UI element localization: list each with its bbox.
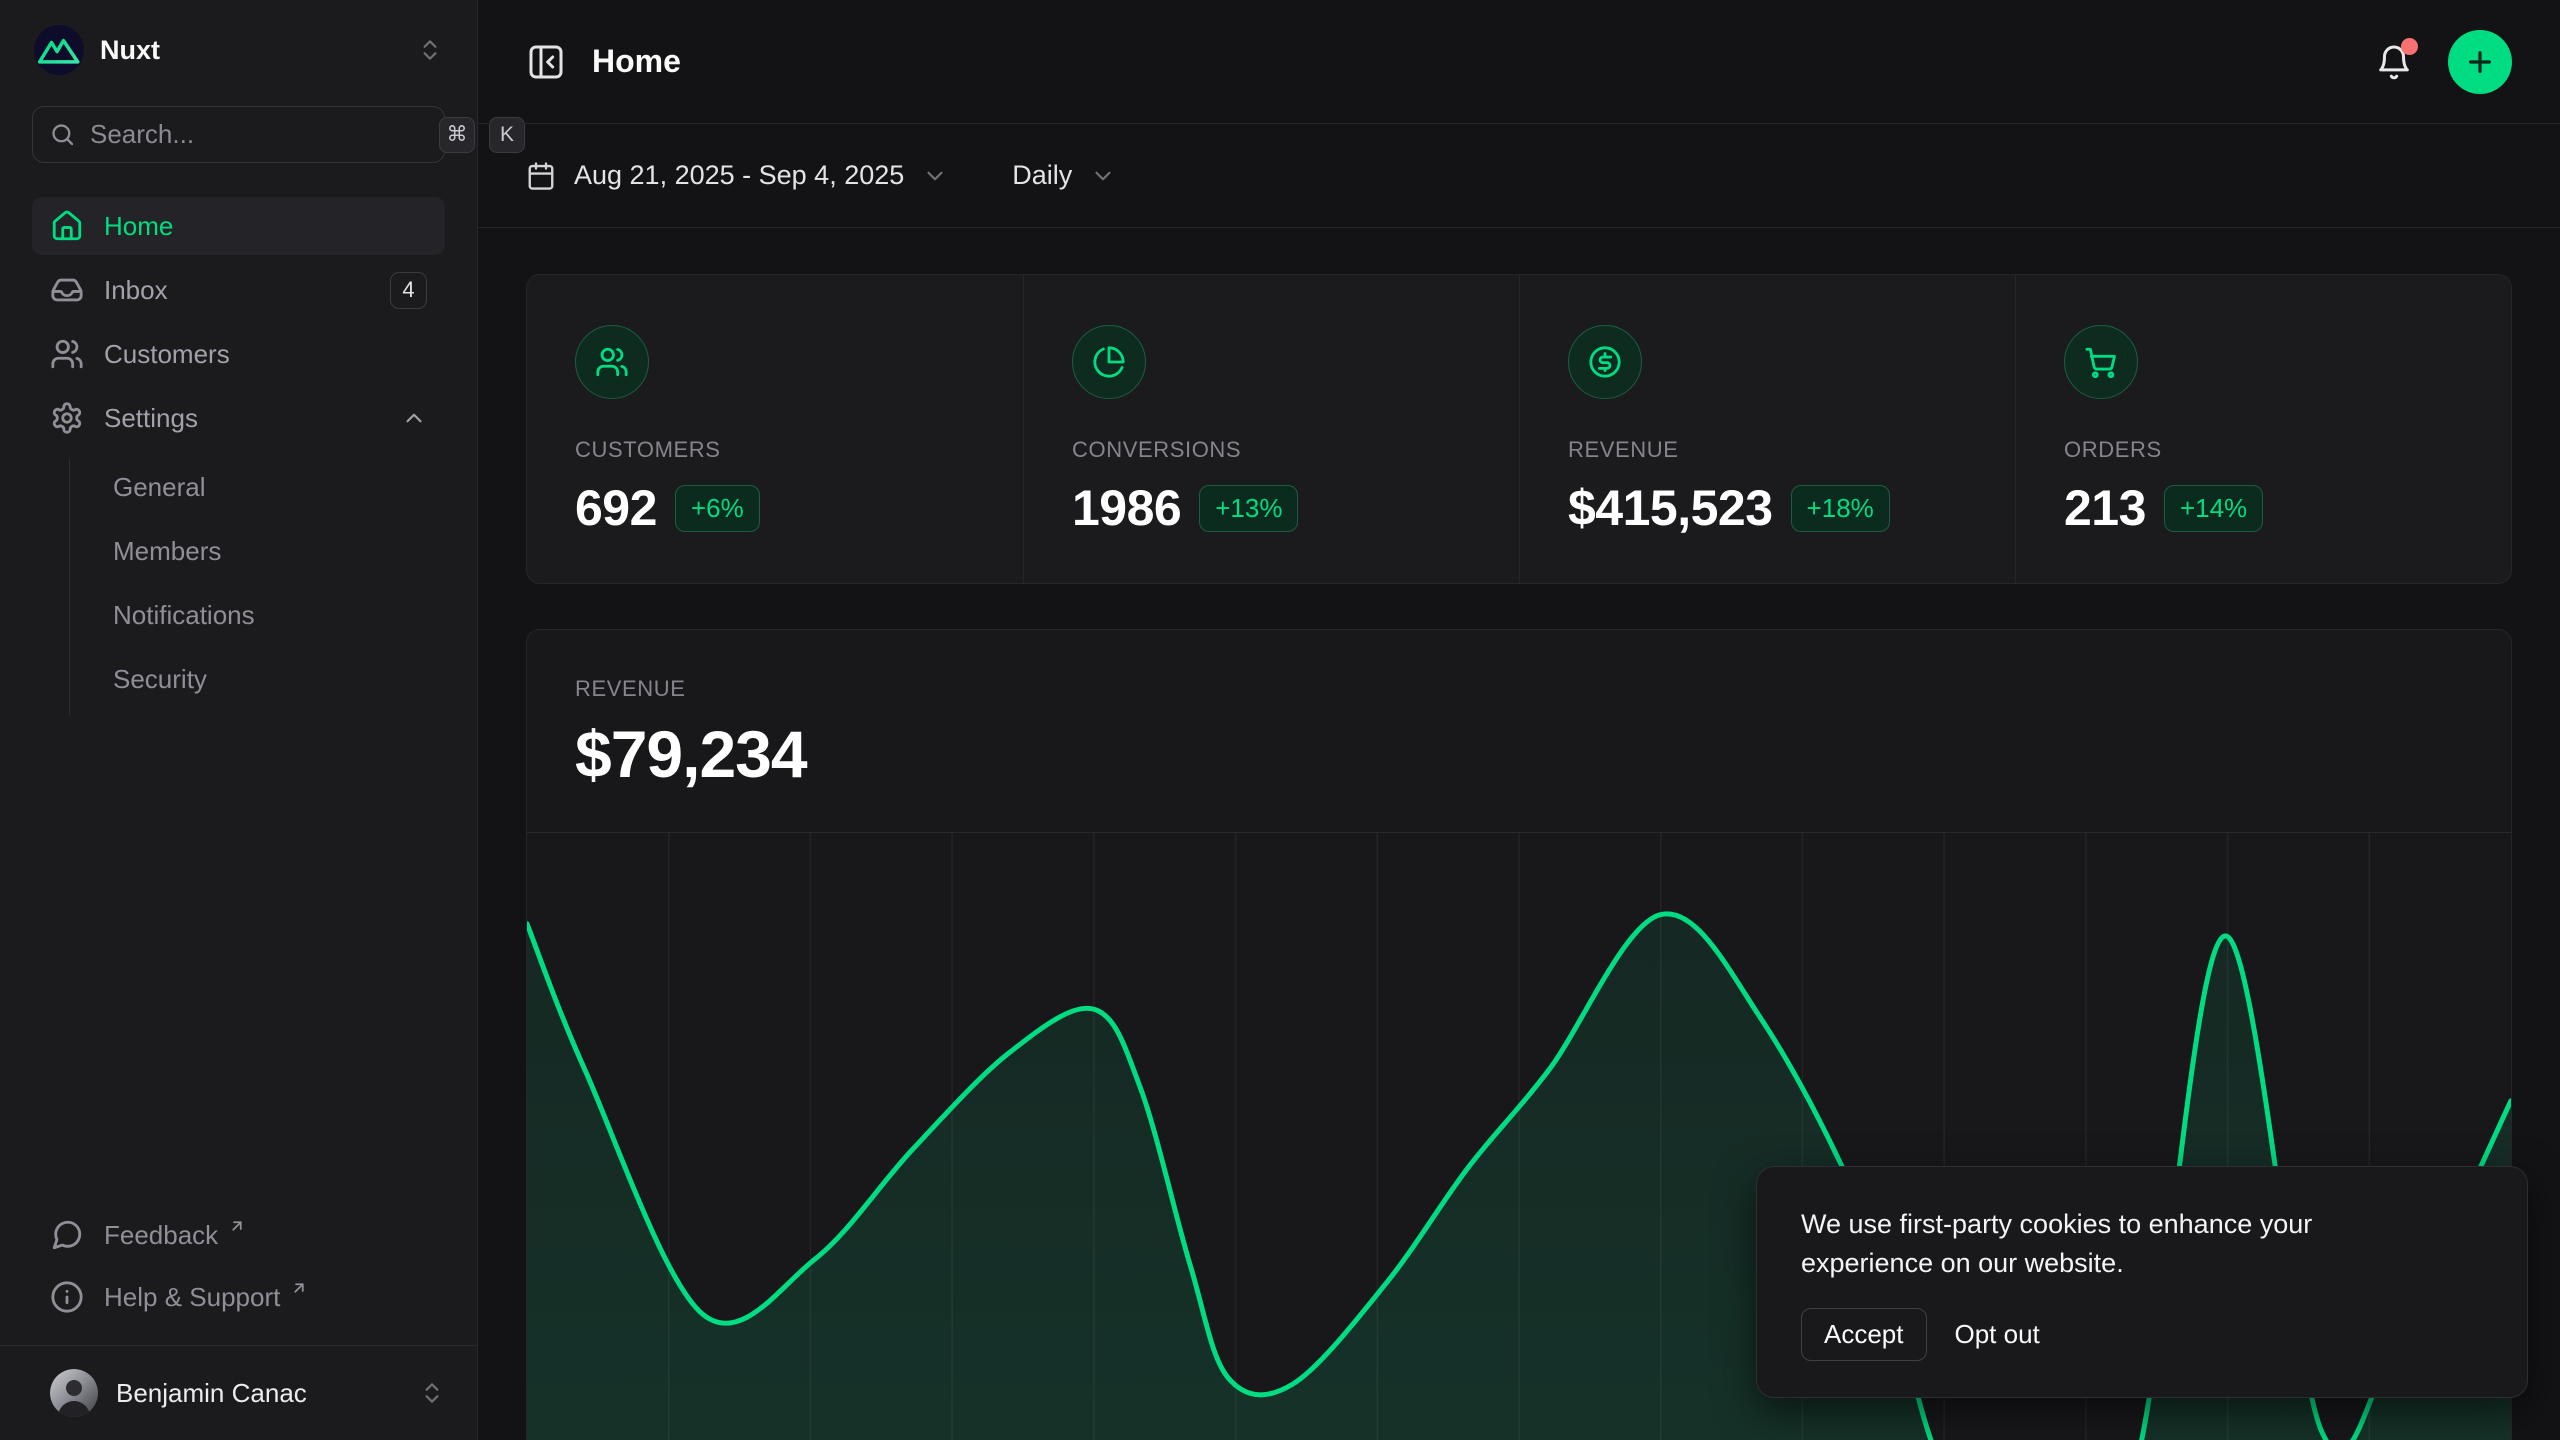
granularity-select[interactable]: Daily [1012,160,1116,191]
cookie-banner: We use first-party cookies to enhance yo… [1756,1166,2528,1398]
search-icon [49,121,76,148]
subnav-label: Members [113,536,221,567]
inbox-count-badge: 4 [390,272,427,309]
sidebar: Nuxt ⌘ K Home Inbox 4 [0,0,478,1440]
page-header: Home [478,0,2560,124]
stat-value: 1986 [1072,479,1181,537]
sidebar-item-label: Settings [104,403,198,434]
user-menu[interactable]: Benjamin Canac [0,1345,477,1440]
search-input[interactable] [90,119,425,150]
dollar-circle-icon [1568,325,1642,399]
sidebar-item-label: Inbox [104,275,168,306]
stat-delta-badge: +13% [1199,485,1298,532]
sidebar-item-label: Customers [104,339,230,370]
sidebar-nav: Home Inbox 4 Customers Settings [32,197,445,715]
main-area: Home Aug 21, 2025 - Sep 4, 2025 Daily [478,0,2560,1440]
add-button[interactable] [2448,30,2512,94]
chevrons-up-down-icon [417,37,443,63]
page-title: Home [592,43,681,80]
external-link-icon [228,1217,246,1235]
pie-chart-icon [1072,325,1146,399]
chevron-up-icon [401,405,427,431]
subnav-label: Notifications [113,600,255,631]
users-icon [575,325,649,399]
sidebar-item-general[interactable]: General [103,459,445,515]
sidebar-item-settings[interactable]: Settings [32,389,445,447]
stat-card-conversions[interactable]: CONVERSIONS 1986 +13% [1023,275,1519,583]
chevron-down-icon [922,163,948,189]
stat-delta-badge: +18% [1791,485,1890,532]
user-name: Benjamin Canac [116,1378,401,1409]
sidebar-item-security[interactable]: Security [103,651,445,707]
sidebar-item-inbox[interactable]: Inbox 4 [32,261,445,319]
subnav-label: Security [113,664,207,695]
cookie-message: We use first-party cookies to enhance yo… [1801,1205,2441,1282]
sidebar-item-customers[interactable]: Customers [32,325,445,383]
filter-bar: Aug 21, 2025 - Sep 4, 2025 Daily [478,124,2560,228]
stat-label: CUSTOMERS [575,437,975,463]
kbd-command: ⌘ [439,117,475,153]
stat-label: ORDERS [2064,437,2463,463]
search-input-wrapper[interactable]: ⌘ K [32,106,445,163]
optout-cookies-button[interactable]: Opt out [1949,1309,2046,1360]
sidebar-item-label: Home [104,211,173,242]
notifications-button[interactable] [2374,42,2414,82]
accept-cookies-button[interactable]: Accept [1801,1308,1927,1361]
sidebar-item-home[interactable]: Home [32,197,445,255]
sidebar-collapse-icon[interactable] [526,42,566,82]
chevron-down-icon [1090,163,1116,189]
inbox-icon [50,273,84,307]
sidebar-item-notifications[interactable]: Notifications [103,587,445,643]
workspace-switcher[interactable]: Nuxt [32,0,445,100]
subnav-label: General [113,472,206,503]
footer-link-label: Feedback [104,1220,218,1251]
help-support-link[interactable]: Help & Support [32,1269,445,1325]
external-link-icon [290,1279,308,1297]
chevrons-up-down-icon [419,1380,445,1406]
cart-icon [2064,325,2138,399]
date-range-picker[interactable]: Aug 21, 2025 - Sep 4, 2025 [526,160,948,191]
footer-link-label: Help & Support [104,1282,280,1313]
calendar-icon [526,161,556,191]
chat-bubble-icon [50,1218,84,1252]
settings-subnav: General Members Notifications Security [69,459,445,715]
stat-card-revenue[interactable]: REVENUE $415,523 +18% [1519,275,2015,583]
revenue-chart-value: $79,234 [575,716,2463,792]
date-range-label: Aug 21, 2025 - Sep 4, 2025 [574,160,904,191]
nuxt-logo-icon [34,25,84,75]
home-icon [50,209,84,243]
notification-dot [2401,38,2418,55]
granularity-label: Daily [1012,160,1072,191]
info-circle-icon [50,1280,84,1314]
stat-label: REVENUE [1568,437,1967,463]
sidebar-footer: Feedback Help & Support [32,1207,445,1345]
stat-value: $415,523 [1568,479,1773,537]
stat-card-customers[interactable]: CUSTOMERS 692 +6% [527,275,1023,583]
avatar [50,1369,98,1417]
revenue-chart-label: REVENUE [575,676,2463,702]
plus-icon [2464,46,2496,78]
stat-value: 213 [2064,479,2146,537]
stat-delta-badge: +14% [2164,485,2263,532]
users-icon [50,337,84,371]
stats-row: CUSTOMERS 692 +6% CONVERSIONS 1986 +13% [526,274,2512,584]
stat-card-orders[interactable]: ORDERS 213 +14% [2015,275,2511,583]
gear-icon [50,401,84,435]
sidebar-item-members[interactable]: Members [103,523,445,579]
stat-delta-badge: +6% [675,485,760,532]
stat-label: CONVERSIONS [1072,437,1471,463]
stat-value: 692 [575,479,657,537]
feedback-link[interactable]: Feedback [32,1207,445,1263]
brand-name: Nuxt [100,35,417,66]
